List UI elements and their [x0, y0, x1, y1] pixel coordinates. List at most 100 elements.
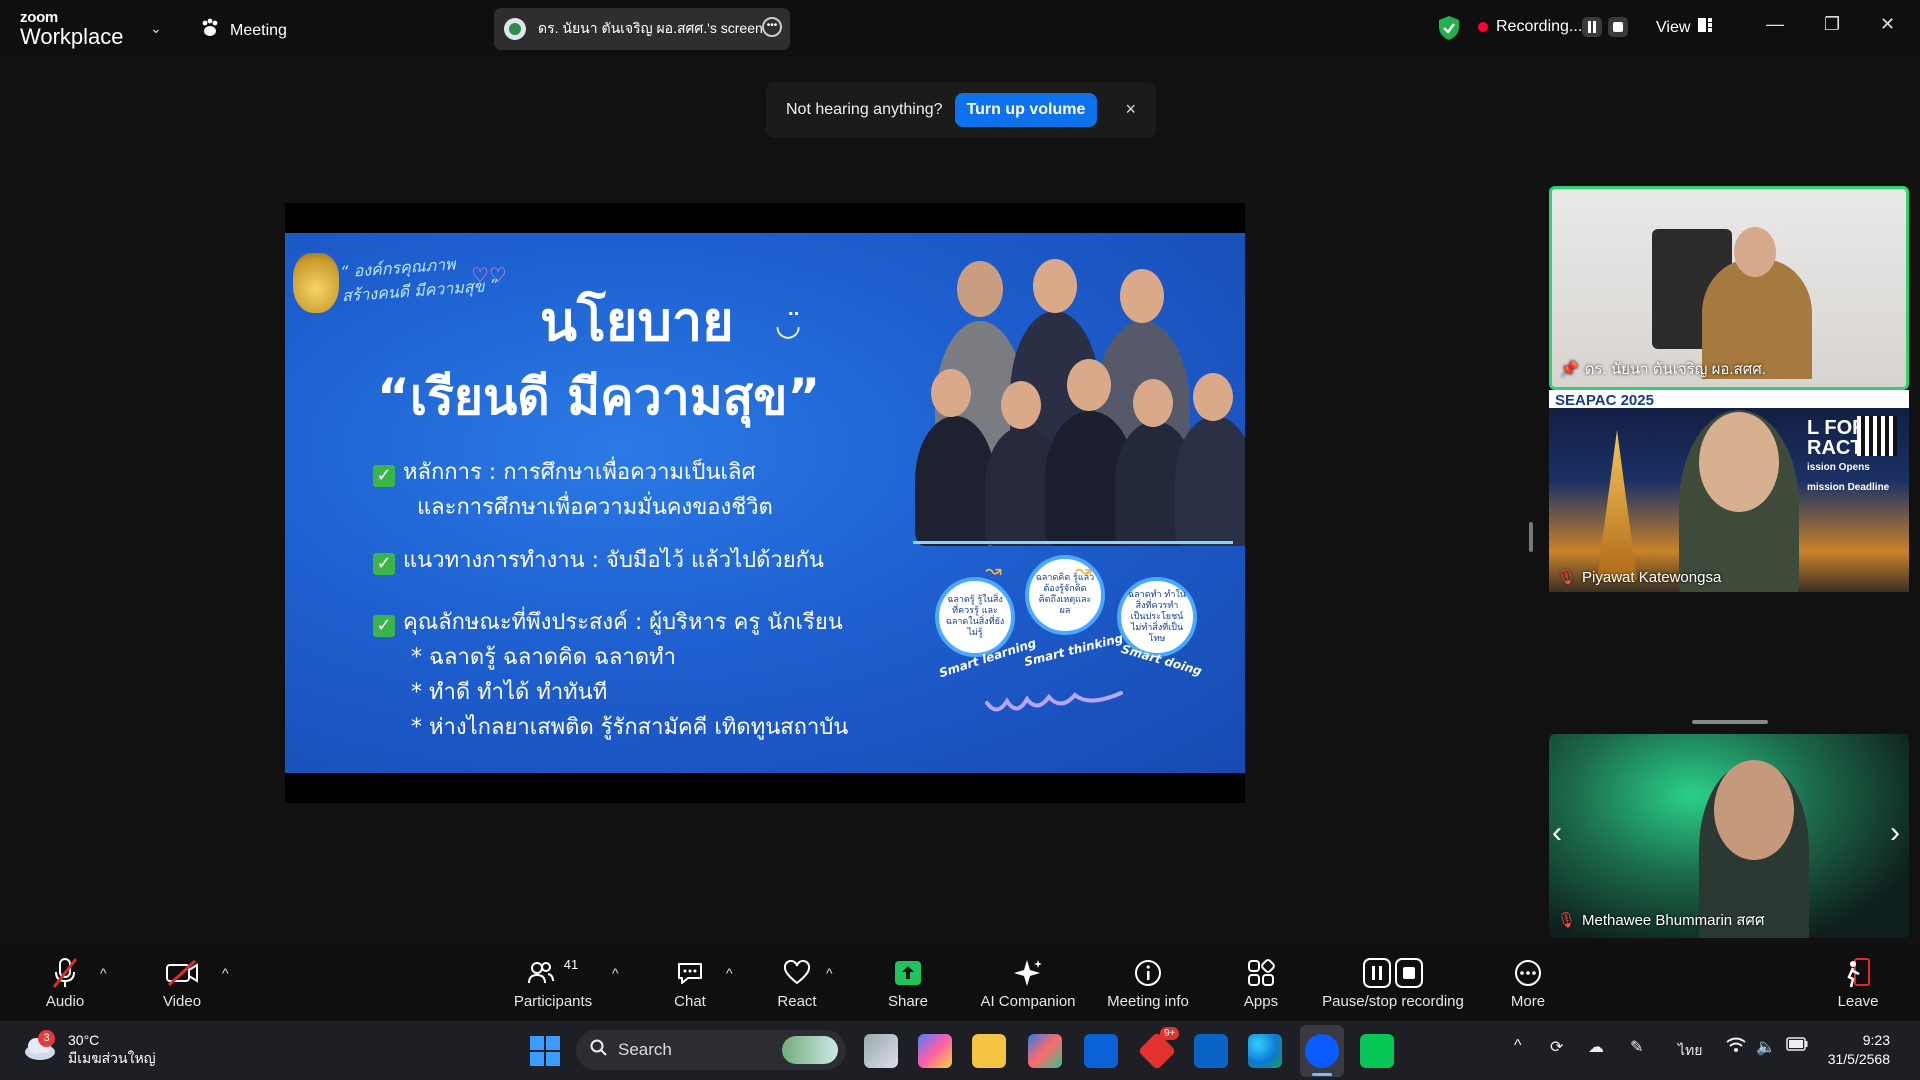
volume-notification: Not hearing anything? Turn up volume ×	[766, 82, 1156, 138]
turn-up-volume-button[interactable]: Turn up volume	[954, 93, 1098, 127]
language-indicator[interactable]: ไทย	[1678, 1040, 1702, 1062]
chat-caret-icon[interactable]: ^	[726, 965, 733, 981]
bullet3-text: คุณลักษณะที่พึงประสงค์ : ผู้บริหาร ครู น…	[403, 610, 843, 635]
speaker-head	[1734, 227, 1776, 277]
mic-muted-icon	[40, 957, 90, 989]
meeting-menu[interactable]: Meeting	[200, 18, 287, 43]
sync-icon[interactable]: ⟳	[1550, 1037, 1563, 1057]
bullet-approach: ✓ แนวทางการทำงาน : จับมือไว้ แล้วไปด้วยกั…	[373, 543, 824, 578]
chevron-down-icon[interactable]: ⌄	[150, 20, 162, 37]
file-explorer-icon[interactable]	[972, 1034, 1006, 1068]
video-tile-piyawat[interactable]: SEAPAC 2025 L FOR RACT ission Opens miss…	[1549, 390, 1909, 592]
apps-button[interactable]: Apps	[1240, 957, 1282, 1010]
participant-name: 🎙 Methawee Bhummarin สศศ	[1557, 908, 1764, 932]
seapac-title: SEAPAC 2025	[1555, 392, 1654, 409]
battery-icon[interactable]	[1786, 1037, 1808, 1056]
chat-icon	[670, 957, 710, 989]
show-hidden-icons-icon[interactable]: ^	[1514, 1037, 1522, 1055]
react-caret-icon[interactable]: ^	[826, 965, 833, 981]
view-label: View	[1656, 18, 1691, 36]
weather-description: มีเมฆส่วนใหญ่	[68, 1050, 156, 1066]
next-page-icon[interactable]: ›	[1890, 816, 1900, 850]
video-tile-speaker[interactable]: 📌 ดร. นัยนา ตันเจริญ ผอ.สศศ.	[1549, 186, 1909, 390]
encryption-shield-icon[interactable]	[1438, 15, 1460, 46]
chat-button[interactable]: Chat	[670, 957, 710, 1010]
zoom-app-icon[interactable]	[1305, 1034, 1339, 1068]
pen-icon[interactable]: ✎	[1630, 1037, 1643, 1057]
ai-companion-label: AI Companion	[980, 993, 1076, 1010]
prev-page-icon[interactable]: ‹	[1552, 816, 1562, 850]
app-notification-badge: 9+	[1160, 1027, 1180, 1040]
participant-name-text: ดร. นัยนา ตันเจริญ ผอ.สศศ.	[1584, 361, 1766, 378]
brand-small: zoom	[20, 9, 58, 26]
bullet1-text-b: และการศึกษาเพื่อความมั่นคงของชีวิต	[417, 495, 773, 520]
dropbox-icon[interactable]	[1084, 1034, 1118, 1068]
close-icon[interactable]: ✕	[1880, 14, 1895, 35]
video-label: Video	[162, 993, 202, 1010]
gallery-scroll-indicator[interactable]	[1692, 720, 1768, 724]
participants-caret-icon[interactable]: ^	[612, 965, 619, 981]
share-button[interactable]: Share	[886, 957, 930, 1010]
react-button[interactable]: React	[776, 957, 818, 1010]
sub-bullet-2: * ทำดี ทำได้ ทำทันที	[411, 680, 608, 705]
stop-recording-button[interactable]	[1608, 17, 1628, 37]
participants-count: 41	[563, 957, 579, 972]
arrow-icon: ↝	[1075, 558, 1092, 582]
close-notification-icon[interactable]: ×	[1125, 99, 1136, 120]
minimize-icon[interactable]: —	[1766, 14, 1784, 35]
pause-stop-icon	[1318, 957, 1468, 989]
windows-taskbar: 3 30°C มีเมฆส่วนใหญ่ Search 9+ ^ ⟳ ☁ ✎ ไ…	[0, 1021, 1920, 1080]
volume-message: Not hearing anything?	[786, 101, 943, 118]
leave-button[interactable]: Leave	[1836, 957, 1880, 1010]
meeting-info-label: Meeting info	[1107, 993, 1189, 1010]
pause-stop-label: Pause/stop recording	[1322, 993, 1464, 1010]
video-tile-methawee[interactable]: 🎙 Methawee Bhummarin สศศ	[1549, 734, 1909, 938]
audio-options-caret-icon[interactable]: ^	[100, 965, 107, 981]
microsoft-store-icon[interactable]	[1028, 1034, 1062, 1068]
screen-share-indicator[interactable]: ดร. นัยนา ตันเจริญ ผอ.สศศ.'s screen •••	[494, 8, 790, 50]
volume-icon[interactable]: 🔈	[1756, 1037, 1776, 1057]
leave-icon	[1836, 957, 1880, 989]
app-logo: zoom Workplace	[20, 10, 124, 48]
edge-browser-icon[interactable]	[1248, 1034, 1282, 1068]
system-clock[interactable]: 9:23 31/5/2568	[1828, 1031, 1890, 1069]
participants-button[interactable]: 41 Participants	[508, 957, 598, 1010]
restore-icon[interactable]: ❐	[1824, 14, 1840, 35]
audio-label: Audio	[45, 993, 85, 1010]
executives-group-photo	[905, 241, 1245, 546]
checkbox-icon: ✓	[373, 465, 395, 487]
ai-companion-button[interactable]: AI Companion	[978, 957, 1078, 1010]
sub-bullet-1: * ฉลาดรู้ ฉลาดคิด ฉลาดทำ	[411, 645, 676, 670]
arrow-icon: ↝	[985, 558, 1002, 582]
participant-name-text: Methawee Bhummarin สศศ	[1582, 912, 1765, 929]
pause-recording-button[interactable]	[1582, 17, 1602, 37]
outlook-icon[interactable]	[1194, 1034, 1228, 1068]
onedrive-icon[interactable]: ☁	[1588, 1037, 1604, 1057]
task-view-icon[interactable]	[864, 1034, 898, 1068]
windows-start-icon[interactable]	[528, 1034, 562, 1068]
video-button[interactable]: Video	[156, 957, 208, 1010]
wifi-icon[interactable]	[1726, 1037, 1746, 1058]
view-button[interactable]: View	[1656, 18, 1713, 37]
taskbar-search[interactable]: Search	[576, 1030, 846, 1070]
brand-large: Workplace	[20, 24, 124, 49]
pin-icon: 📌	[1560, 361, 1579, 378]
slide-subtitle: “เรียนดี มีความสุข”	[377, 368, 821, 426]
more-button[interactable]: More	[1504, 957, 1552, 1010]
audio-button[interactable]: Audio	[40, 957, 90, 1010]
meeting-label: Meeting	[230, 21, 287, 39]
copilot-icon[interactable]	[918, 1034, 952, 1068]
camera-off-icon	[156, 957, 208, 989]
video-options-caret-icon[interactable]: ^	[222, 965, 229, 981]
share-screen-icon	[886, 957, 930, 989]
more-icon	[1504, 957, 1552, 989]
weather-widget[interactable]: 3 30°C มีเมฆส่วนใหญ่	[22, 1029, 156, 1067]
clock-date: 31/5/2568	[1827, 1051, 1890, 1067]
panel-resize-handle[interactable]	[1529, 522, 1533, 552]
line-app-icon[interactable]	[1360, 1034, 1394, 1068]
pause-stop-recording-button[interactable]: Pause/stop recording	[1318, 957, 1468, 1010]
bullet-principle: ✓ หลักการ : การศึกษาเพื่อความเป็นเลิศ และ…	[373, 455, 773, 525]
info-icon	[1102, 957, 1194, 989]
more-options-icon[interactable]: •••	[762, 17, 782, 37]
meeting-info-button[interactable]: Meeting info	[1102, 957, 1194, 1010]
